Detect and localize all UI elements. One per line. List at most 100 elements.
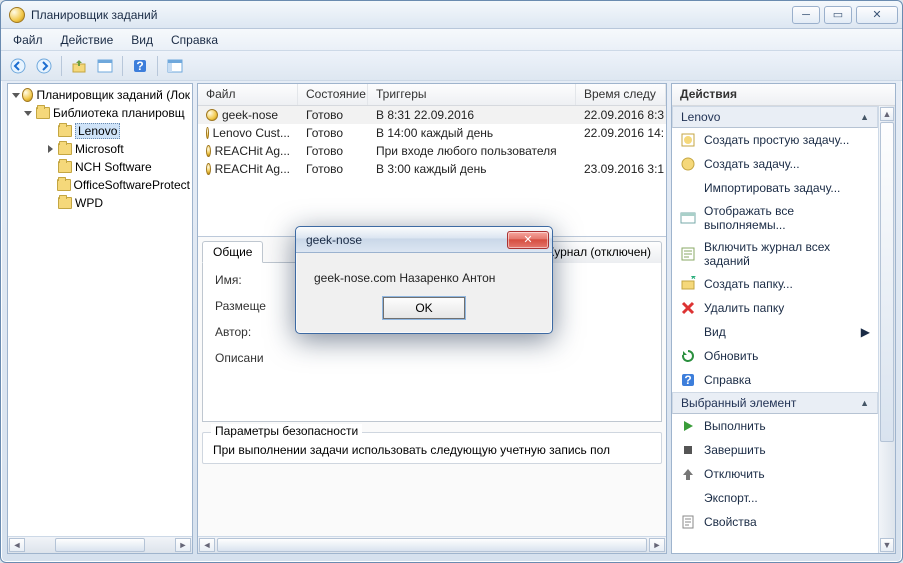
tree-label: Библиотека планировщ xyxy=(53,106,185,120)
action-create-basic[interactable]: Создать простую задачу... xyxy=(672,128,878,152)
action-properties[interactable]: Свойства xyxy=(672,510,878,534)
expand-icon[interactable] xyxy=(12,91,19,100)
action-end[interactable]: Завершить xyxy=(672,438,878,462)
scroll-right-button[interactable]: ► xyxy=(649,538,665,552)
col-file[interactable]: Файл xyxy=(198,84,298,105)
task-icon xyxy=(206,127,209,139)
author-label: Автор: xyxy=(215,325,305,339)
task-row[interactable]: geek-nose Готово В 8:31 22.09.2016 22.09… xyxy=(198,106,666,124)
action-refresh[interactable]: Обновить xyxy=(672,344,878,368)
minimize-button[interactable]: ─ xyxy=(792,6,820,24)
tree-item-nch[interactable]: NCH Software xyxy=(10,158,190,176)
task-icon xyxy=(680,156,696,172)
tree-library[interactable]: Библиотека планировщ xyxy=(10,104,190,122)
menu-help[interactable]: Справка xyxy=(163,31,226,49)
scroll-left-button[interactable]: ◄ xyxy=(9,538,25,552)
dialog-text: geek-nose.com Назаренко Антон xyxy=(296,253,552,297)
action-export[interactable]: Экспорт... xyxy=(672,486,878,510)
tree-item-lenovo[interactable]: Lenovo xyxy=(10,122,190,140)
action-help[interactable]: ?Справка xyxy=(672,368,878,392)
folder-icon xyxy=(58,161,72,173)
security-text: При выполнении задачи использовать следу… xyxy=(213,443,651,457)
action-enable-history[interactable]: Включить журнал всех заданий xyxy=(672,236,878,272)
properties-icon xyxy=(680,514,696,530)
tree-root[interactable]: Планировщик заданий (Лок xyxy=(10,86,190,104)
tree: Планировщик заданий (Лок Библиотека план… xyxy=(8,84,192,535)
import-icon xyxy=(680,180,696,196)
scroll-thumb[interactable] xyxy=(217,538,647,552)
view-icon xyxy=(680,324,696,340)
history-icon xyxy=(680,246,696,262)
tree-pane: Планировщик заданий (Лок Библиотека план… xyxy=(7,83,193,554)
action-import[interactable]: Импортировать задачу... xyxy=(672,176,878,200)
col-time[interactable]: Время следу xyxy=(576,84,666,105)
scroll-thumb[interactable] xyxy=(55,538,145,552)
action-new-folder[interactable]: *Создать папку... xyxy=(672,272,878,296)
menu-file[interactable]: Файл xyxy=(5,31,51,49)
menu-view[interactable]: Вид xyxy=(123,31,161,49)
action-show-running[interactable]: Отображать все выполняемы... xyxy=(672,200,878,236)
folder-icon xyxy=(58,143,72,155)
action-view[interactable]: Вид▶ xyxy=(672,320,878,344)
tree-label: Microsoft xyxy=(75,142,124,156)
details-hscroll[interactable]: ◄ ► xyxy=(198,536,666,553)
desc-label: Описани xyxy=(215,351,305,365)
toolbar-separator xyxy=(122,56,123,76)
tree-item-wpd[interactable]: WPD xyxy=(10,194,190,212)
message-dialog: geek-nose ✕ geek-nose.com Назаренко Анто… xyxy=(295,226,553,334)
up-button[interactable] xyxy=(68,55,90,77)
actions-section-context[interactable]: Lenovo▲ xyxy=(672,106,878,128)
tree-item-microsoft[interactable]: Microsoft xyxy=(10,140,190,158)
actions-section-selected[interactable]: Выбранный элемент▲ xyxy=(672,392,878,414)
name-label: Имя: xyxy=(215,273,305,287)
toolbar-separator xyxy=(157,56,158,76)
forward-button[interactable] xyxy=(33,55,55,77)
tab-general[interactable]: Общие xyxy=(202,241,263,263)
dialog-close-button[interactable]: ✕ xyxy=(507,231,549,249)
expand-icon[interactable] xyxy=(24,109,33,118)
scroll-left-button[interactable]: ◄ xyxy=(199,538,215,552)
window-controls: ─ ▭ ✕ xyxy=(792,6,898,24)
scroll-thumb[interactable] xyxy=(880,122,894,442)
action-run[interactable]: Выполнить xyxy=(672,414,878,438)
dialog-ok-button[interactable]: OK xyxy=(383,297,465,319)
toolbar-separator xyxy=(61,56,62,76)
panel-button[interactable] xyxy=(94,55,116,77)
menu-action[interactable]: Действие xyxy=(53,31,122,49)
back-button[interactable] xyxy=(7,55,29,77)
task-row[interactable]: Lenovo Cust... Готово В 14:00 каждый ден… xyxy=(198,124,666,142)
expand-icon[interactable] xyxy=(46,145,55,154)
scroll-up-button[interactable]: ▲ xyxy=(880,107,894,121)
actions-vscroll[interactable]: ▲ ▼ xyxy=(878,106,895,553)
action-create-task[interactable]: Создать задачу... xyxy=(672,152,878,176)
maximize-button[interactable]: ▭ xyxy=(824,6,852,24)
tree-label: Lenovo xyxy=(75,123,120,139)
tree-item-officesoftware[interactable]: OfficeSoftwareProtect xyxy=(10,176,190,194)
tree-label: WPD xyxy=(75,196,103,210)
scheduler-icon xyxy=(22,88,33,102)
columns-button[interactable] xyxy=(164,55,186,77)
task-row[interactable]: REACHit Ag... Готово В 3:00 каждый день … xyxy=(198,160,666,178)
svg-text:?: ? xyxy=(136,59,143,73)
disable-icon xyxy=(680,466,696,482)
menubar: Файл Действие Вид Справка xyxy=(1,29,902,51)
titlebar: Планировщик заданий ─ ▭ ✕ xyxy=(1,1,902,29)
actions-pane: Действия Lenovo▲ Создать простую задачу.… xyxy=(671,83,896,554)
scroll-right-button[interactable]: ► xyxy=(175,538,191,552)
collapse-icon: ▲ xyxy=(860,398,869,408)
folder-icon xyxy=(36,107,50,119)
security-group-title: Параметры безопасности xyxy=(211,424,362,438)
help-button[interactable]: ? xyxy=(129,55,151,77)
tree-label: Планировщик заданий (Лок xyxy=(36,88,190,102)
action-delete-folder[interactable]: Удалить папку xyxy=(672,296,878,320)
list-body: geek-nose Готово В 8:31 22.09.2016 22.09… xyxy=(198,106,666,236)
close-button[interactable]: ✕ xyxy=(856,6,898,24)
scroll-down-button[interactable]: ▼ xyxy=(880,538,894,552)
action-disable[interactable]: Отключить xyxy=(672,462,878,486)
col-state[interactable]: Состояние xyxy=(298,84,368,105)
tree-hscroll[interactable]: ◄ ► xyxy=(8,536,192,553)
task-row[interactable]: REACHit Ag... Готово При входе любого по… xyxy=(198,142,666,160)
col-trig[interactable]: Триггеры xyxy=(368,84,576,105)
folder-icon xyxy=(58,197,72,209)
tree-label: OfficeSoftwareProtect xyxy=(74,178,191,192)
